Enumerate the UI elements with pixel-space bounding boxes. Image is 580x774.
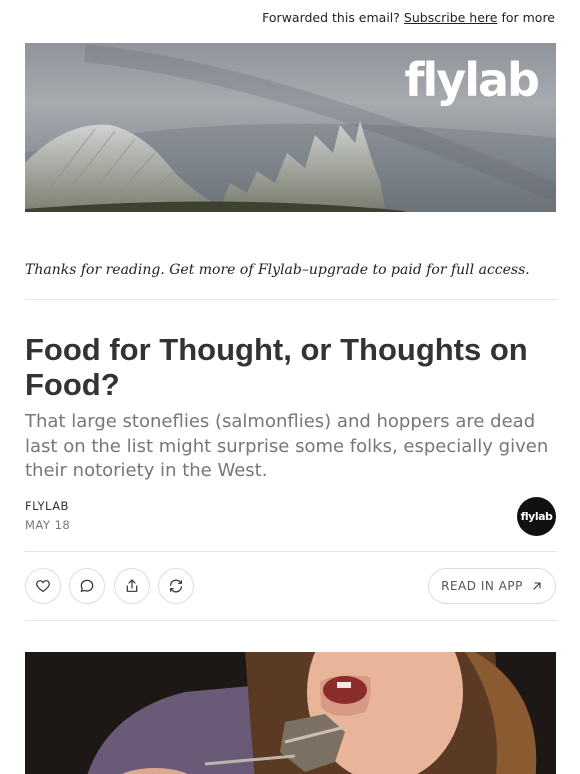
read-in-app-label: READ IN APP [441,579,523,593]
subscribe-link[interactable]: Subscribe here [404,10,498,25]
like-button[interactable] [25,568,61,604]
post-subtitle: That large stoneflies (salmonflies) and … [25,411,549,481]
comment-icon [80,579,94,592]
forwarded-suffix: for more [501,10,555,25]
person-eating-photo [25,652,556,774]
author-name[interactable]: FLYLAB [25,499,69,513]
arrow-up-right-icon [533,582,541,590]
upgrade-message: Thanks for reading. Get more of Flylab–u… [25,262,530,278]
article-photo[interactable] [25,652,556,774]
comment-button[interactable] [69,568,105,604]
flylab-logo: flylab [404,53,540,107]
divider [25,620,556,621]
hero-banner[interactable]: flylab [25,43,556,212]
avatar[interactable]: flylab [517,497,556,536]
share-icon [126,579,138,592]
divider [25,299,556,300]
forwarded-notice: Forwarded this email? Subscribe here for… [262,10,555,25]
read-in-app-button[interactable]: READ IN APP [428,568,556,604]
restack-button[interactable] [158,568,194,604]
divider [25,551,556,552]
post-date: MAY 18 [25,518,71,532]
post-title[interactable]: Food for Thought, or Thoughts on Food? [25,332,556,402]
heart-icon [36,580,50,592]
share-button[interactable] [114,568,150,604]
restack-icon [170,579,182,593]
forwarded-text: Forwarded this email? [262,10,400,25]
